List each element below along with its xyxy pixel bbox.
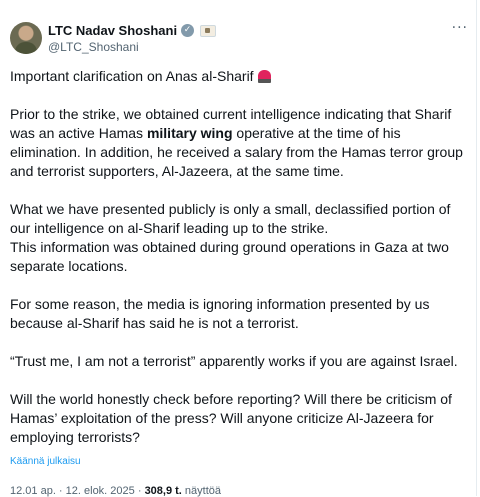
view-count-label: näyttöä [181, 485, 222, 497]
post-paragraph: For some reason, the media is ignoring i… [10, 296, 430, 331]
siren-emoji-icon [257, 70, 271, 83]
author-name-row: LTC Nadav Shoshani ✓ [48, 23, 217, 38]
verified-badge-icon[interactable]: ✓ [181, 24, 195, 37]
post-bold-text: military wing [146, 125, 233, 141]
post-text-segment: What we have presented publicly is only … [10, 201, 451, 236]
post-paragraph: What we have presented publicly is only … [10, 200, 472, 276]
post-text: Important clarification on Anas al-Shari… [10, 67, 472, 447]
author-handle[interactable]: @LTC_Shoshani [48, 40, 139, 54]
post-paragraph: Will the world honestly check before rep… [10, 391, 452, 445]
post-paragraph: Important clarification on Anas al-Shari… [10, 67, 472, 86]
view-count: 308,9 t. [144, 485, 182, 497]
post-container: LTC Nadav Shoshani ✓ @LTC_Shoshani ··· I… [0, 0, 477, 497]
post-line-1: Important clarification on Anas al-Shari… [10, 68, 254, 84]
affiliation-badge-icon[interactable] [200, 24, 217, 37]
separator: · [134, 485, 145, 497]
author-name[interactable]: LTC Nadav Shoshani [48, 23, 177, 38]
more-options-icon[interactable]: ··· [452, 20, 468, 36]
translate-post-link[interactable]: Käännä julkaisu [10, 456, 81, 467]
post-text-segment: This information was obtained during gro… [10, 239, 449, 274]
post-paragraph: Prior to the strike, we obtained current… [10, 105, 472, 181]
separator: · [55, 485, 66, 497]
post-metadata: 12.01 ap. · 12. elok. 2025 · 308,9 t. nä… [10, 485, 221, 497]
post-date[interactable]: 12. elok. 2025 [66, 485, 135, 497]
post-header: LTC Nadav Shoshani ✓ @LTC_Shoshani ··· [10, 20, 470, 58]
avatar[interactable] [10, 22, 42, 54]
post-paragraph: “Trust me, I am not a terrorist” apparen… [10, 353, 458, 369]
post-time[interactable]: 12.01 ap. [10, 485, 56, 497]
